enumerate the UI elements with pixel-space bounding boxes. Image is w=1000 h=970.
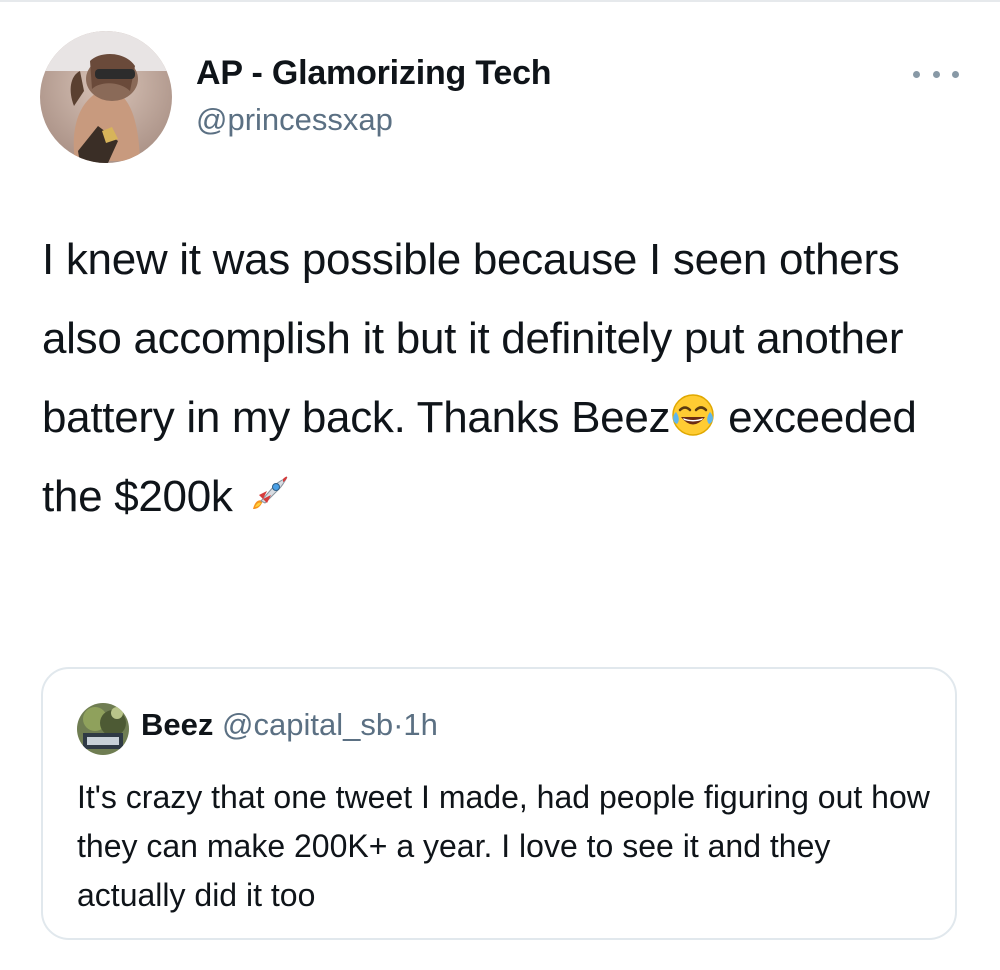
header-separator: · xyxy=(393,707,404,742)
more-options-button[interactable] xyxy=(913,62,959,86)
more-options-icon-dot xyxy=(932,70,940,78)
top-divider xyxy=(0,0,1000,2)
tweet-text: I knew it was possible because I seen ot… xyxy=(42,220,962,536)
more-options-icon-dot xyxy=(952,70,959,78)
quoted-author-display-name[interactable]: Beez xyxy=(141,707,213,742)
author-display-name[interactable]: AP - Glamorizing Tech xyxy=(196,54,552,93)
quoted-tweet-time[interactable]: 1h xyxy=(403,707,437,742)
quoted-tweet-header: Beez @capital_sb·1h xyxy=(141,707,438,743)
quoted-tweet-card[interactable]: Beez @capital_sb·1h It's crazy that one … xyxy=(41,667,957,940)
tweet-page: AP - Glamorizing Tech @princessxap I kne… xyxy=(0,0,1000,970)
quoted-author-avatar[interactable] xyxy=(77,703,129,755)
quoted-author-handle[interactable]: @capital_sb xyxy=(222,707,393,742)
avatar[interactable] xyxy=(40,31,172,163)
rocket-icon xyxy=(245,471,291,517)
author-handle[interactable]: @princessxap xyxy=(196,102,393,138)
quoted-tweet-text: It's crazy that one tweet I made, had pe… xyxy=(77,779,930,913)
more-options-icon xyxy=(913,70,920,78)
face-with-tears-of-joy-icon xyxy=(670,392,716,438)
